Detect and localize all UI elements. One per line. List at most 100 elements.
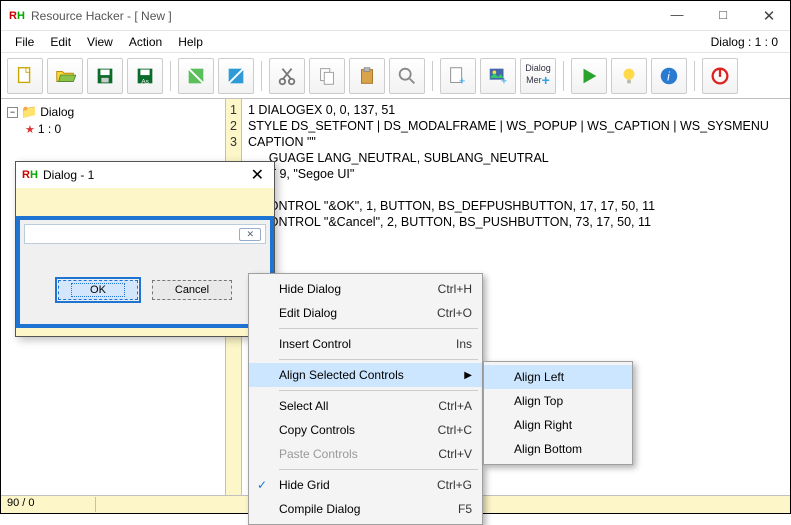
open-icon[interactable] [47,58,83,94]
dialog-preview-window[interactable]: RH Dialog - 1 ✕ ✕ OK Cancel [15,161,275,337]
play-icon[interactable] [571,58,607,94]
svg-text:+: + [459,75,465,87]
titlebar: RH Resource Hacker - [ New ] — □ ✕ [1,1,790,31]
dialog-close-icon[interactable]: ✕ [239,228,261,241]
import-icon[interactable] [178,58,214,94]
app-logo-icon: RH [9,8,25,24]
menu-item[interactable]: Hide DialogCtrl+H [249,277,482,301]
app-logo-icon: RH [22,167,38,183]
info-icon[interactable]: i [651,58,687,94]
saveas-icon[interactable]: As [127,58,163,94]
close-button[interactable]: ✕ [756,7,782,25]
menu-shortcut: Ctrl+A [408,399,472,413]
context-submenu-align[interactable]: Align Left Align Top Align Right Align Bott… [483,361,633,465]
menu-item-label: Copy Controls [279,423,355,437]
menu-item-label: Align Left [514,370,564,384]
menu-item-label: Hide Dialog [279,282,341,296]
add-resource-icon[interactable]: + [440,58,476,94]
menu-item: Paste Controls Ctrl+V [249,442,482,466]
dialog-footer-band [16,328,274,336]
menu-separator [279,359,478,360]
svg-text:+: + [501,75,507,87]
dialog-canvas[interactable]: ✕ OK Cancel [16,216,274,328]
tree-node-dialog[interactable]: − 📁 Dialog [7,103,219,121]
window-controls: — □ ✕ [664,7,782,25]
menu-item-label: Align Right [514,418,572,432]
menu-item-label: Select All [279,399,328,413]
menu-item[interactable]: ✓ Hide Grid Ctrl+G [249,473,482,497]
menu-shortcut: Ctrl+O [407,306,472,320]
context-menu[interactable]: Hide DialogCtrl+H Edit Dialog Ctrl+O Insert… [248,273,483,525]
save-icon[interactable] [87,58,123,94]
menubar: File Edit View Action Help Dialog : 1 : … [1,31,790,53]
dialog-body[interactable]: OK Cancel [24,250,266,320]
export-icon[interactable] [218,58,254,94]
toolbar-separator [563,61,564,91]
tree-node-item[interactable]: ★ 1 : 0 [7,121,219,137]
paste-icon[interactable] [349,58,385,94]
dialog-preview-titlebar[interactable]: RH Dialog - 1 ✕ [16,162,274,188]
menu-item[interactable]: Copy Controls Ctrl+C [249,418,482,442]
menu-item[interactable]: Align Left [484,365,632,389]
menu-help[interactable]: Help [170,33,211,51]
menu-file[interactable]: File [7,33,42,51]
toolbar: As + + DialogMer+ i [1,53,790,99]
copy-icon[interactable] [309,58,345,94]
dialog-caption-bar: ✕ [24,224,266,244]
window-title: Resource Hacker - [ New ] [31,9,172,23]
dialog-preview-title: Dialog - 1 [43,168,94,182]
menu-item[interactable]: Insert Control Ins [249,332,482,356]
menu-item[interactable]: Edit Dialog Ctrl+O [249,301,482,325]
status-right: Dialog : 1 : 0 [711,35,784,49]
star-icon: ★ [25,123,35,136]
menu-shortcut: Ctrl+C [408,423,472,437]
menu-item-label: Paste Controls [279,447,358,461]
menu-separator [279,328,478,329]
menu-view[interactable]: View [79,33,121,51]
toolbar-separator [694,61,695,91]
menu-item-label: Insert Control [279,337,351,351]
menu-item[interactable]: Align Right [484,413,632,437]
menu-separator [279,469,478,470]
menu-shortcut: Ctrl+V [408,447,472,461]
menu-item[interactable]: Select All Ctrl+A [249,394,482,418]
menu-shortcut: Ins [426,337,472,351]
dialog-toolbar-band [16,188,274,216]
menu-item-label: Align Top [514,394,563,408]
menu-item-label: Edit Dialog [279,306,337,320]
dialog-edit-icon[interactable]: DialogMer+ [520,58,556,94]
minimize-button[interactable]: — [664,7,690,25]
menu-item-label: Align Selected Controls [279,368,404,382]
menu-item-label: Hide Grid [279,478,330,492]
svg-text:As: As [141,78,148,85]
folder-icon: 📁 [21,104,37,120]
bulb-icon[interactable] [611,58,647,94]
maximize-button[interactable]: □ [710,7,736,25]
add-image-icon[interactable]: + [480,58,516,94]
tree-label: 1 : 0 [38,122,61,136]
menu-separator [279,390,478,391]
status-position: 90 / 0 [7,497,96,512]
toolbar-separator [261,61,262,91]
menu-item[interactable]: Align Selected Controls ▶ [249,363,482,387]
menu-edit[interactable]: Edit [42,33,79,51]
check-icon: ✓ [257,478,267,492]
menu-item[interactable]: Compile DialogF5 [249,497,482,521]
svg-text:i: i [667,69,670,83]
submenu-arrow-icon: ▶ [464,370,472,381]
new-icon[interactable] [7,58,43,94]
find-icon[interactable] [389,58,425,94]
collapse-icon[interactable]: − [7,107,18,118]
cut-icon[interactable] [269,58,305,94]
cancel-button[interactable]: Cancel [152,280,232,300]
toolbar-separator [170,61,171,91]
power-icon[interactable] [702,58,738,94]
menu-item[interactable]: Align Top [484,389,632,413]
menu-action[interactable]: Action [121,33,170,51]
menu-item-label: Align Bottom [514,442,582,456]
close-icon[interactable]: ✕ [247,165,268,185]
ok-button[interactable]: OK [58,280,138,300]
menu-item[interactable]: Align Bottom [484,437,632,461]
tree-label: Dialog [40,105,74,119]
menu-shortcut: Ctrl+G [407,478,472,492]
